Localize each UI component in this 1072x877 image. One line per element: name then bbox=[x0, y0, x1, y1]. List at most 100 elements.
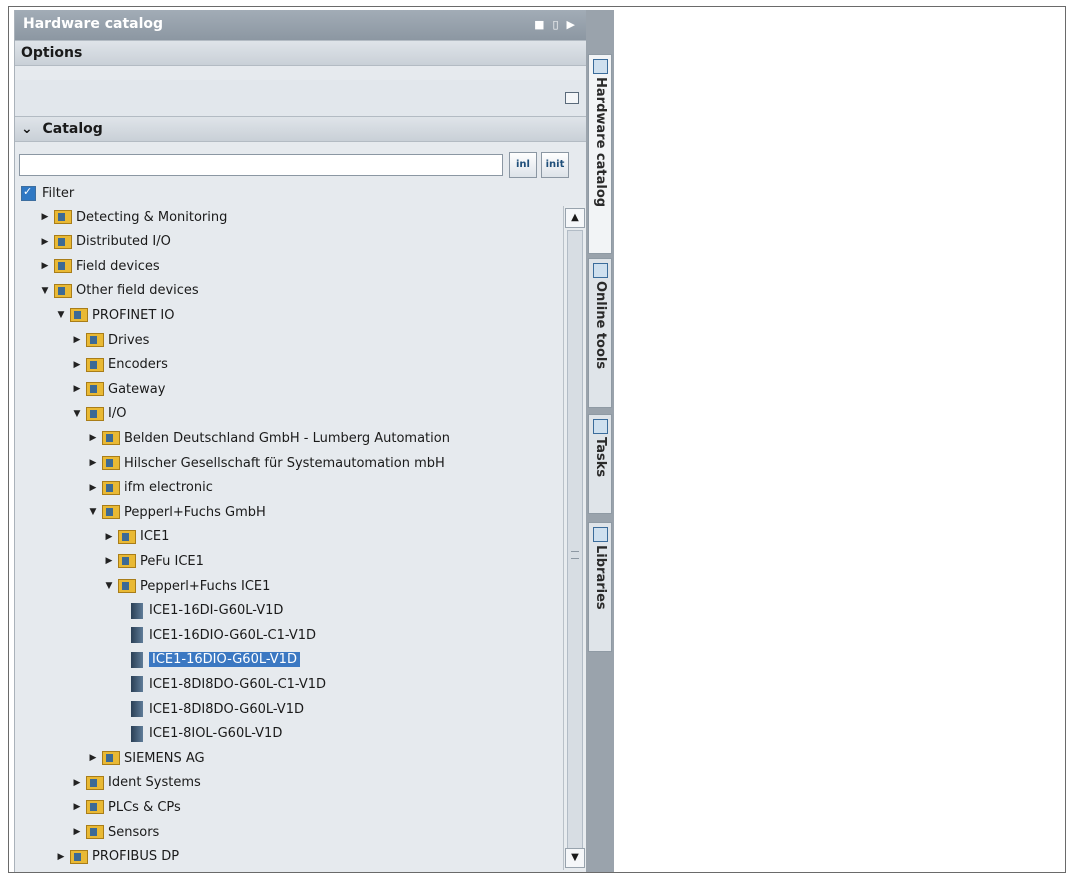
expand-right-icon[interactable]: ▶ bbox=[87, 483, 99, 493]
expand-right-icon[interactable]: ▶ bbox=[71, 802, 83, 812]
scroll-down-icon[interactable]: ▼ bbox=[565, 848, 585, 868]
tree-folder-item[interactable]: ▶ Ident Systems bbox=[71, 772, 201, 794]
search-up-button[interactable]: init bbox=[541, 152, 569, 178]
catalog-section-header[interactable]: ⌄ Catalog bbox=[15, 116, 587, 142]
expand-down-icon[interactable]: ▼ bbox=[87, 507, 99, 517]
expand-down-icon[interactable]: ▼ bbox=[71, 409, 83, 419]
tree-item-label: ICE1-8DI8DO-G60L-C1-V1D bbox=[149, 676, 327, 692]
tree-folder-item[interactable]: ▶ Distributed I/O bbox=[39, 231, 171, 253]
tree-folder-item[interactable]: ▶ Hilscher Gesellschaft für Systemautomat… bbox=[87, 452, 445, 474]
tree-folder-item[interactable]: ▶ Gateway bbox=[71, 378, 166, 400]
expand-down-icon[interactable]: ▼ bbox=[39, 286, 51, 296]
folder-icon bbox=[86, 357, 104, 372]
tree-folder-item[interactable]: ▶ PeFu ICE1 bbox=[103, 550, 204, 572]
folder-icon bbox=[54, 234, 72, 249]
tree-folder-item[interactable]: ▶ Field devices bbox=[39, 255, 160, 277]
catalog-label: ⌄ Catalog bbox=[21, 121, 103, 137]
panel-title: Hardware catalog bbox=[23, 16, 164, 32]
tree-folder-item[interactable]: ▶ Drives bbox=[71, 329, 150, 351]
tree-item-label: PROFIBUS DP bbox=[92, 849, 180, 865]
filter-checkbox-row[interactable]: Filter bbox=[21, 184, 74, 202]
tree-item-label: ICE1 bbox=[140, 529, 170, 545]
tree-folder-item[interactable]: ▶ Detecting & Monitoring bbox=[39, 206, 228, 228]
tree-folder-item[interactable]: ▶ PLCs & CPs bbox=[71, 796, 181, 818]
folder-icon bbox=[118, 529, 136, 544]
tree-item-label: Pepperl+Fuchs ICE1 bbox=[140, 578, 271, 594]
expand-right-icon[interactable]: ▶ bbox=[103, 532, 115, 542]
float-icon[interactable]: ■ bbox=[534, 18, 544, 32]
tree-folder-item[interactable]: ▼ I/O bbox=[71, 403, 127, 425]
expand-right-icon[interactable]: ▶ bbox=[103, 556, 115, 566]
device-item[interactable]: ICE1-8DI8DO-G60L-C1-V1D bbox=[119, 673, 326, 695]
expand-right-icon[interactable]: ▶ bbox=[55, 852, 67, 862]
expand-right-icon[interactable]: ▶ bbox=[39, 212, 51, 222]
expand-right-icon[interactable]: ▶ bbox=[87, 458, 99, 468]
tree-item-label: Field devices bbox=[76, 258, 160, 274]
folder-icon bbox=[70, 308, 88, 323]
tree-item-label: Sensors bbox=[108, 824, 160, 840]
tree-folder-item[interactable]: ▶ SIEMENS AG bbox=[87, 747, 205, 769]
search-down-button[interactable]: inl bbox=[509, 152, 537, 178]
tree-folder-item[interactable]: ▼ Pepperl+Fuchs ICE1 bbox=[103, 575, 271, 597]
device-module-icon bbox=[131, 701, 143, 717]
folder-icon bbox=[102, 480, 120, 495]
folder-icon bbox=[86, 800, 104, 815]
folder-icon bbox=[86, 333, 104, 347]
expand-right-icon[interactable]: ▶ bbox=[71, 827, 83, 837]
tree-item-label: ICE1-16DI-G60L-V1D bbox=[149, 603, 284, 619]
tree-folder-item[interactable]: ▶ ICE1 bbox=[103, 526, 170, 548]
tree-scrollbar[interactable]: ▲ ▼ bbox=[563, 206, 586, 870]
maximize-icon[interactable]: ▯ bbox=[552, 18, 558, 32]
expand-down-icon[interactable]: ▼ bbox=[103, 581, 115, 591]
expand-right-icon[interactable]: ▶ bbox=[71, 335, 83, 345]
tree-folder-item[interactable]: ▶ PROFIBUS DP bbox=[55, 846, 180, 868]
expand-right-icon[interactable]: ▶ bbox=[71, 384, 83, 394]
folder-icon bbox=[102, 431, 120, 446]
device-module-icon bbox=[131, 725, 143, 742]
options-section-header[interactable]: Options bbox=[15, 40, 587, 66]
device-item[interactable]: ICE1-16DIO-G60L-C1-V1D bbox=[119, 624, 316, 646]
tree-folder-item[interactable]: ▶ ifm electronic bbox=[87, 477, 213, 499]
tree-folder-item[interactable]: ▶ Encoders bbox=[71, 354, 168, 376]
side-tab-libraries[interactable]: Libraries bbox=[588, 522, 612, 652]
device-item[interactable]: ICE1-8IOL-G60L-V1D bbox=[119, 723, 282, 745]
options-window-icon[interactable] bbox=[565, 92, 579, 104]
device-item[interactable]: ICE1-16DIO-G60L-V1D bbox=[119, 649, 300, 671]
device-item[interactable]: ICE1-8DI8DO-G60L-V1D bbox=[119, 698, 304, 720]
filter-checkbox[interactable] bbox=[21, 185, 36, 201]
tree-item-label: ICE1-16DIO-G60L-V1D bbox=[149, 652, 300, 668]
scroll-up-icon[interactable]: ▲ bbox=[565, 208, 585, 228]
tree-item-label: Distributed I/O bbox=[76, 234, 171, 250]
panel-titlebar: Hardware catalog ■ ▯ ▶ bbox=[15, 10, 587, 40]
folder-icon bbox=[54, 210, 72, 224]
tasks-icon bbox=[593, 419, 608, 434]
tree-item-label: PeFu ICE1 bbox=[140, 553, 204, 569]
titlebar-controls: ■ ▯ ▶ bbox=[534, 18, 575, 32]
expand-right-icon[interactable]: ▶ bbox=[71, 778, 83, 788]
folder-icon bbox=[118, 579, 136, 593]
collapse-arrow-icon[interactable]: ▶ bbox=[567, 18, 575, 32]
tree-folder-item[interactable]: ▶ Belden Deutschland GmbH - Lumberg Autom… bbox=[87, 427, 450, 449]
expand-right-icon[interactable]: ▶ bbox=[87, 433, 99, 443]
expand-down-icon[interactable]: ▼ bbox=[55, 310, 67, 320]
side-tab-hardware-catalog[interactable]: Hardware catalog bbox=[588, 54, 612, 254]
device-item[interactable]: ICE1-16DI-G60L-V1D bbox=[119, 600, 283, 622]
tree-folder-item[interactable]: ▼ Other field devices bbox=[39, 280, 199, 302]
device-module-icon bbox=[131, 651, 143, 668]
expand-right-icon[interactable]: ▶ bbox=[71, 360, 83, 370]
expand-right-icon[interactable]: ▶ bbox=[39, 261, 51, 271]
tree-item-label: Detecting & Monitoring bbox=[76, 209, 228, 225]
tree-item-label: ICE1-8DI8DO-G60L-V1D bbox=[149, 701, 304, 717]
tree-folder-item[interactable]: ▼ Pepperl+Fuchs GmbH bbox=[87, 501, 266, 523]
catalog-search-input[interactable] bbox=[19, 154, 503, 176]
tree-folder-item[interactable]: ▶ Sensors bbox=[71, 821, 160, 843]
side-tab-online-tools[interactable]: Online tools bbox=[588, 258, 612, 408]
tree-folder-item[interactable]: ▼ PROFINET IO bbox=[55, 304, 175, 326]
expand-right-icon[interactable]: ▶ bbox=[87, 753, 99, 763]
folder-icon bbox=[86, 382, 104, 397]
scroll-thumb[interactable] bbox=[567, 230, 583, 850]
expand-right-icon[interactable]: ▶ bbox=[39, 237, 51, 247]
tree-item-label: SIEMENS AG bbox=[124, 750, 205, 766]
side-tab-label: Tasks bbox=[593, 437, 608, 478]
side-tab-tasks[interactable]: Tasks bbox=[588, 414, 612, 514]
